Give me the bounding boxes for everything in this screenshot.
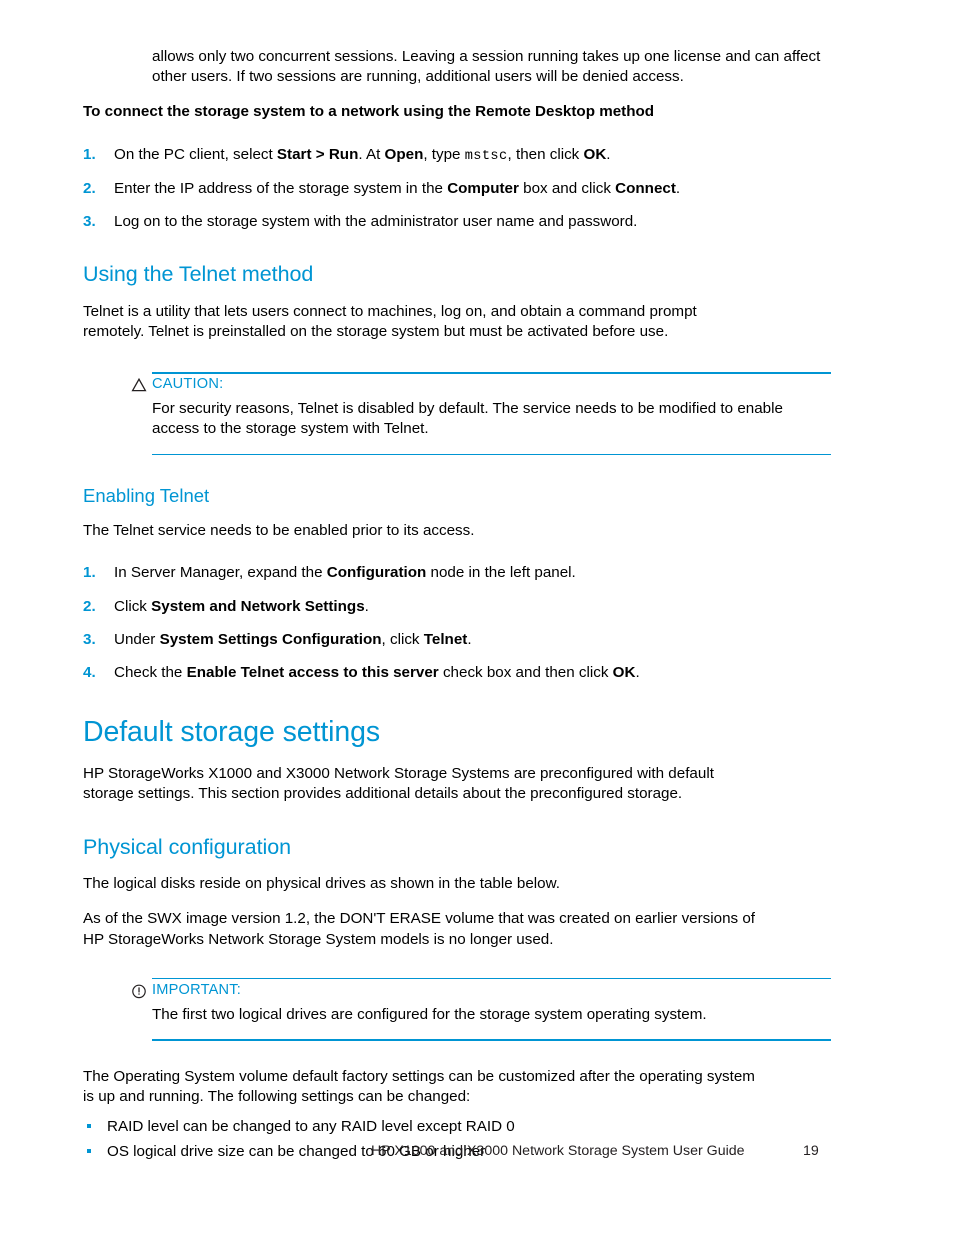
list-item: RAID level can be changed to any RAID le… xyxy=(83,1117,762,1137)
list-item: 2. Click System and Network Settings. xyxy=(83,597,762,617)
step-number: 2. xyxy=(83,179,96,197)
important-circle-icon xyxy=(131,983,147,999)
text-run: box and click xyxy=(518,179,616,197)
emphasis-bold: Open xyxy=(384,145,424,163)
enabling-telnet-steps: 1. In Server Manager, expand the Configur… xyxy=(83,563,762,683)
physical-configuration-paragraph-2: As of the SWX image version 1.2, the DON… xyxy=(83,910,756,948)
emphasis-bold: Computer xyxy=(447,179,519,197)
remote-desktop-steps: 1. On the PC client, select Start > Run. … xyxy=(83,145,762,233)
text-run: . xyxy=(635,664,640,682)
important-rule-top xyxy=(152,977,831,980)
footer-page-number: 19 xyxy=(803,1143,819,1159)
important-text: The first two logical drives are configu… xyxy=(152,1005,707,1023)
emphasis-bold: Configuration xyxy=(326,564,427,582)
text-run: , click xyxy=(381,630,424,648)
step-text: In Server Manager, expand the Configurat… xyxy=(114,564,576,581)
step-number: 2. xyxy=(83,597,96,615)
text-run: Under xyxy=(114,630,160,648)
bullet-marker-icon xyxy=(87,1124,91,1128)
step-text: Click System and Network Settings. xyxy=(114,598,369,615)
caution-rule-top xyxy=(152,372,831,374)
text-run: . xyxy=(364,597,369,615)
important-rule-bottom xyxy=(152,1039,831,1041)
heading-using-telnet-method: Using the Telnet method xyxy=(83,262,314,287)
step-number: 4. xyxy=(83,664,96,682)
emphasis-bold: System and Network Settings xyxy=(151,597,365,615)
page-content: allows only two concurrent sessions. Lea… xyxy=(83,47,831,1163)
telnet-method-paragraph: Telnet is a utility that lets users conn… xyxy=(83,302,697,340)
document-page: allows only two concurrent sessions. Lea… xyxy=(0,0,954,1235)
step-number: 1. xyxy=(83,564,96,582)
default-storage-settings-paragraph: HP StorageWorks X1000 and X3000 Network … xyxy=(83,765,714,803)
heading-default-storage-settings: Default storage settings xyxy=(83,716,381,749)
heading-enabling-telnet: Enabling Telnet xyxy=(83,485,210,507)
caution-triangle-icon xyxy=(131,377,147,393)
step-text: Under System Settings Configuration, cli… xyxy=(114,631,472,648)
closing-paragraph: The Operating System volume default fact… xyxy=(83,1067,755,1105)
list-item: 3. Under System Settings Configuration, c… xyxy=(83,630,762,650)
list-item: 3. Log on to the storage system with the … xyxy=(83,212,762,232)
text-run: Log on to the storage system with the ad… xyxy=(114,212,638,230)
text-run: , type xyxy=(423,145,465,163)
heading-physical-configuration: Physical configuration xyxy=(83,834,292,859)
text-run: On the PC client, select xyxy=(114,145,277,163)
text-run: node in the left panel. xyxy=(426,564,576,582)
important-label: IMPORTANT: xyxy=(152,981,242,998)
text-run: . xyxy=(675,179,681,197)
list-item: 1. In Server Manager, expand the Configur… xyxy=(83,563,762,583)
emphasis-bold: Telnet xyxy=(423,630,468,648)
emphasis-bold: Enable Telnet access to this server xyxy=(186,664,439,682)
physical-configuration-paragraph-1: The logical disks reside on physical dri… xyxy=(83,875,560,893)
text-run: , then click xyxy=(507,145,584,163)
remote-desktop-procedure-title: To connect the storage system to a netwo… xyxy=(83,103,655,121)
code-literal: mstsc xyxy=(464,148,508,164)
text-run: Enter the IP address of the storage syst… xyxy=(114,179,448,197)
bullet-text: RAID level can be changed to any RAID le… xyxy=(107,1118,515,1136)
step-number: 1. xyxy=(83,145,96,163)
emphasis-bold: System Settings Configuration xyxy=(159,630,382,648)
caution-rule-bottom xyxy=(152,453,831,456)
step-number: 3. xyxy=(83,212,96,230)
enabling-telnet-paragraph: The Telnet service needs to be enabled p… xyxy=(83,522,475,540)
important-admonition: IMPORTANT: The first two logical drives … xyxy=(132,977,831,1041)
step-text: Log on to the storage system with the ad… xyxy=(114,213,637,230)
list-item: 2. Enter the IP address of the storage sy… xyxy=(83,179,762,199)
step-number: 3. xyxy=(83,630,96,648)
emphasis-bold: OK xyxy=(583,145,607,163)
text-run: . xyxy=(606,145,611,163)
caution-body: For security reasons, Telnet is disabled… xyxy=(152,399,831,453)
caution-admonition: CAUTION: For security reasons, Telnet is… xyxy=(131,372,831,456)
step-text: Enter the IP address of the storage syst… xyxy=(114,180,680,197)
text-run: In Server Manager, expand the xyxy=(114,564,327,582)
list-item: 4. Check the Enable Telnet access to this… xyxy=(83,663,762,683)
text-run: check box and then click xyxy=(438,664,613,682)
emphasis-bold: OK xyxy=(612,664,636,682)
emphasis-bold: Connect xyxy=(615,179,676,197)
intro-paragraph: allows only two concurrent sessions. Lea… xyxy=(152,48,821,86)
page-footer: HP X1000 and X3000 Network Storage Syste… xyxy=(83,1143,831,1163)
text-run: Click xyxy=(114,597,152,615)
text-run: . xyxy=(467,630,472,648)
text-run: . At xyxy=(358,145,385,163)
caution-label: CAUTION: xyxy=(152,376,224,393)
list-item: 1. On the PC client, select Start > Run. … xyxy=(83,145,762,166)
text-run: Check the xyxy=(114,664,187,682)
important-body: The first two logical drives are configu… xyxy=(152,1005,831,1039)
step-text: On the PC client, select Start > Run. At… xyxy=(114,145,611,164)
footer-guide-title: HP X1000 and X3000 Network Storage Syste… xyxy=(371,1143,745,1159)
important-header: IMPORTANT: xyxy=(132,977,831,999)
emphasis-bold: Start > Run xyxy=(276,145,359,163)
caution-text: For security reasons, Telnet is disabled… xyxy=(152,400,783,438)
step-text: Check the Enable Telnet access to this s… xyxy=(114,664,640,681)
caution-header: CAUTION: xyxy=(131,372,831,393)
